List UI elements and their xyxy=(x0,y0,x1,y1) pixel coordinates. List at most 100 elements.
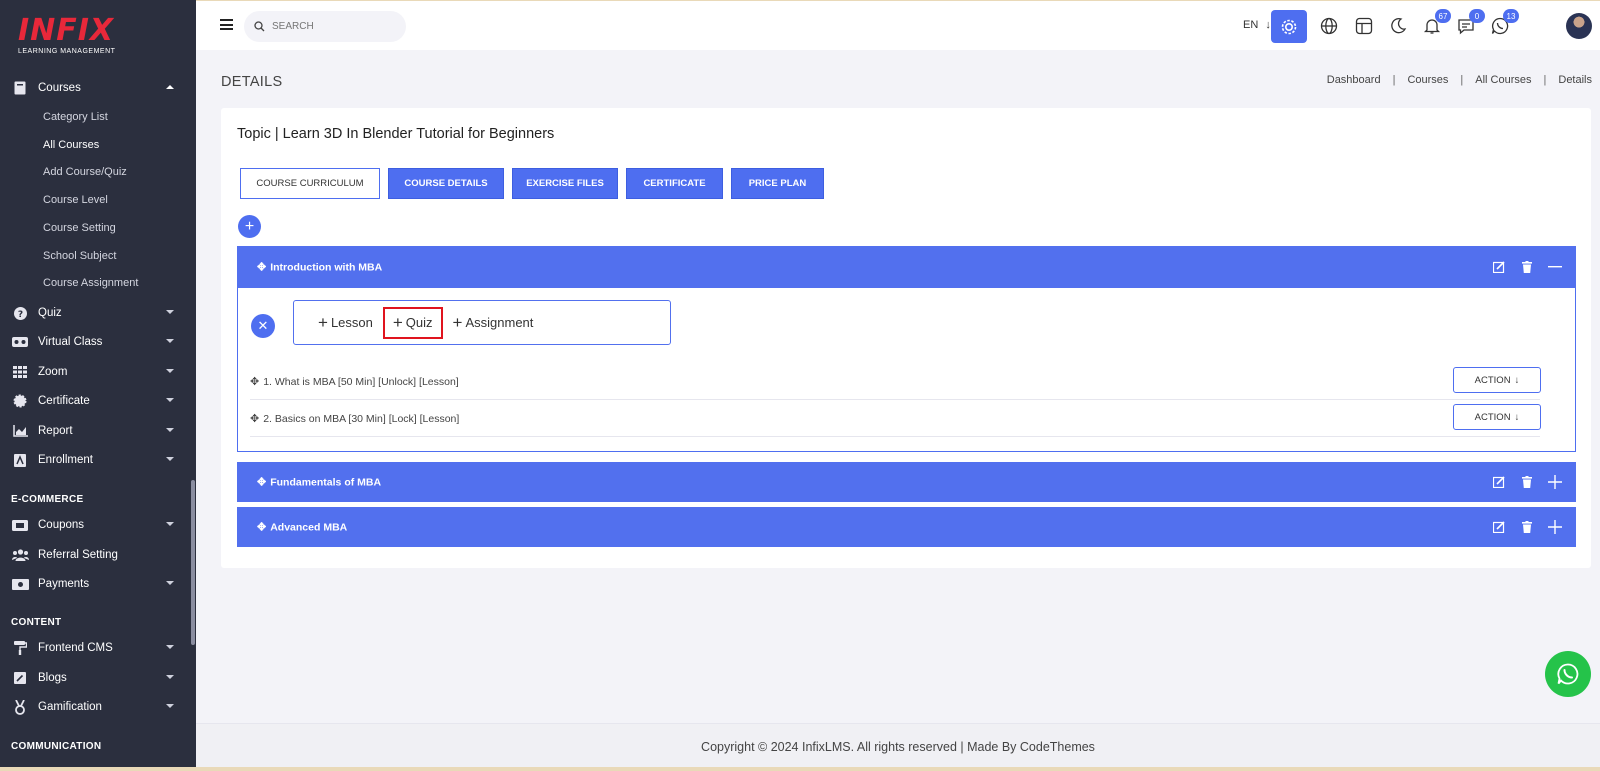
sidebar-item-blogs[interactable]: Blogs xyxy=(0,665,190,691)
sidebar-item-gamification[interactable]: Gamification xyxy=(0,694,190,720)
sidebar-item-label: Courses xyxy=(38,82,81,94)
logo[interactable]: INFIX LEARNING MANAGEMENT xyxy=(18,16,118,60)
edit-icon[interactable] xyxy=(1492,520,1506,534)
page-title: DETAILS xyxy=(221,74,283,90)
sidebar-item-label: Referral Setting xyxy=(38,549,118,561)
lesson-title: 1. What is MBA [50 Min] [Unlock] [Lesson… xyxy=(263,375,459,388)
close-icon: ✕ xyxy=(257,318,269,333)
sidebar-item-certificate[interactable]: Certificate xyxy=(0,388,190,414)
menu-toggle-icon[interactable] xyxy=(220,19,233,30)
sidebar-item-enrollment[interactable]: Enrollment xyxy=(0,447,190,473)
chevron-down-icon xyxy=(166,398,174,402)
edit-icon[interactable] xyxy=(1492,475,1506,489)
chevron-down-icon xyxy=(166,310,174,314)
sidebar-subitem-school-subject[interactable]: School Subject xyxy=(43,250,116,262)
breadcrumb-details[interactable]: Details xyxy=(1558,74,1592,86)
sidebar-item-label: Certificate xyxy=(38,395,90,407)
sidebar-item-payments[interactable]: Payments xyxy=(0,571,190,597)
chevron-down-icon xyxy=(166,581,174,585)
sidebar-subitem-course-assignment[interactable]: Course Assignment xyxy=(43,277,138,289)
close-add-options-button[interactable]: ✕ xyxy=(251,314,275,338)
delete-icon[interactable] xyxy=(1520,520,1534,534)
sidebar-subitem-all-courses[interactable]: All Courses xyxy=(43,139,99,151)
dark-mode-button[interactable] xyxy=(1387,15,1409,37)
arrow-down-icon: ↓ xyxy=(1514,411,1520,423)
move-icon[interactable]: ✥ xyxy=(257,476,266,489)
section-title-text: Advanced MBA xyxy=(270,521,348,533)
lesson-row[interactable]: ✥ 1. What is MBA [50 Min] [Unlock] [Less… xyxy=(250,364,1541,400)
messages-button[interactable]: 0 xyxy=(1455,9,1485,37)
sidebar-item-virtual-class[interactable]: Virtual Class xyxy=(0,329,190,355)
sidebar-item-referral-setting[interactable]: Referral Setting xyxy=(0,542,190,568)
medal-icon xyxy=(11,699,29,715)
sidebar-subitem-category-list[interactable]: Category List xyxy=(43,111,108,123)
move-icon[interactable]: ✥ xyxy=(250,412,259,425)
gear-icon xyxy=(1281,19,1297,34)
sidebar-subitem-course-setting[interactable]: Course Setting xyxy=(43,222,116,234)
sidebar-item-quiz[interactable]: ? Quiz xyxy=(0,300,190,326)
sidebar-scrollbar[interactable] xyxy=(191,480,195,645)
notifications-button[interactable]: 67 xyxy=(1421,9,1451,37)
language-selector[interactable]: EN ↓ xyxy=(1243,19,1271,31)
section-header[interactable]: ✥ Advanced MBA xyxy=(237,507,1576,547)
delete-icon[interactable] xyxy=(1520,260,1534,274)
lesson-action-button[interactable]: ACTION ↓ xyxy=(1453,404,1541,430)
settings-button[interactable] xyxy=(1271,10,1307,43)
grid-icon xyxy=(11,365,29,379)
sidebar-item-report[interactable]: Report xyxy=(0,418,190,444)
tab-certificate[interactable]: CERTIFICATE xyxy=(626,168,723,199)
section-header[interactable]: ✥ Fundamentals of MBA xyxy=(237,462,1576,502)
add-section-button[interactable]: + xyxy=(238,215,261,238)
layout-button[interactable] xyxy=(1353,15,1375,37)
topbar: EN ↓ 67 0 13 xyxy=(196,0,1600,50)
chevron-down-icon xyxy=(166,675,174,679)
avatar[interactable] xyxy=(1566,13,1592,39)
add-lesson-option[interactable]: + Lesson xyxy=(312,307,379,339)
tab-course-curriculum[interactable]: COURSE CURRICULUM xyxy=(240,168,380,199)
sidebar-item-coupons[interactable]: Coupons xyxy=(0,512,190,538)
delete-icon[interactable] xyxy=(1520,475,1534,489)
move-icon[interactable]: ✥ xyxy=(257,261,266,274)
globe-button[interactable] xyxy=(1318,15,1340,37)
whatsapp-chat-button[interactable] xyxy=(1545,651,1591,697)
search-input[interactable] xyxy=(272,21,392,32)
chart-icon xyxy=(11,424,29,438)
breadcrumb-dashboard[interactable]: Dashboard xyxy=(1327,74,1381,86)
question-icon: ? xyxy=(11,306,29,320)
add-quiz-option[interactable]: + Quiz xyxy=(382,306,443,339)
plus-icon: + xyxy=(244,217,255,235)
move-icon[interactable]: ✥ xyxy=(250,375,259,388)
action-label: ACTION xyxy=(1474,411,1511,423)
footer-copyright: Copyright © 2024 InfixLMS. All rights re… xyxy=(701,740,1095,754)
sidebar-item-courses[interactable]: Courses xyxy=(0,75,190,101)
search-box[interactable] xyxy=(244,11,406,42)
lesson-row[interactable]: ✥ 2. Basics on MBA [30 Min] [Lock] [Less… xyxy=(250,401,1541,437)
collapse-icon[interactable] xyxy=(1548,260,1562,274)
lesson-action-button[interactable]: ACTION ↓ xyxy=(1453,367,1541,393)
sidebar-item-zoom[interactable]: Zoom xyxy=(0,359,190,385)
sidebar-subitem-add-course-quiz[interactable]: Add Course/Quiz xyxy=(43,166,127,178)
edit-icon[interactable] xyxy=(1492,260,1506,274)
sidebar-item-label: Blogs xyxy=(38,672,67,684)
arrow-down-icon: ↓ xyxy=(1514,374,1520,386)
sidebar-item-label: Quiz xyxy=(38,307,62,319)
sidebar-item-label: Frontend CMS xyxy=(38,642,113,654)
section-header[interactable]: ✥ Introduction with MBA xyxy=(237,246,1576,288)
expand-icon[interactable] xyxy=(1548,520,1562,534)
section-actions xyxy=(1492,260,1562,274)
sidebar-item-label: Virtual Class xyxy=(38,336,103,348)
tab-price-plan[interactable]: PRICE PLAN xyxy=(731,168,824,199)
expand-icon[interactable] xyxy=(1548,475,1562,489)
move-icon[interactable]: ✥ xyxy=(257,521,266,534)
tab-course-details[interactable]: COURSE DETAILS xyxy=(388,168,504,199)
plus-icon: + xyxy=(392,313,403,332)
breadcrumb-all-courses[interactable]: All Courses xyxy=(1475,74,1531,86)
sidebar-item-frontend-cms[interactable]: Frontend CMS xyxy=(0,635,190,661)
sidebar-item-label: Report xyxy=(38,425,73,437)
whatsapp-messages-button[interactable]: 13 xyxy=(1489,9,1519,37)
logo-subtitle: LEARNING MANAGEMENT xyxy=(18,48,116,55)
sidebar-subitem-course-level[interactable]: Course Level xyxy=(43,194,108,206)
tab-exercise-files[interactable]: EXERCISE FILES xyxy=(512,168,618,199)
add-assignment-option[interactable]: + Assignment xyxy=(447,307,540,339)
breadcrumb-courses[interactable]: Courses xyxy=(1407,74,1448,86)
